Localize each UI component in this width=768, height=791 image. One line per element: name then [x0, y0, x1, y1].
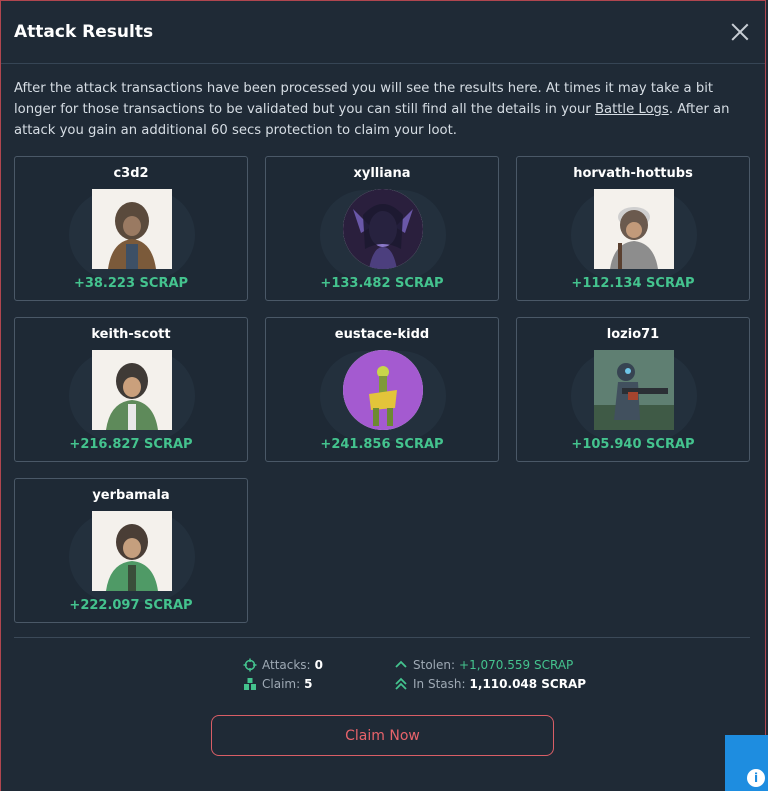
- player-avatar: [594, 189, 674, 269]
- scrap-gain: +216.827 SCRAP: [69, 437, 193, 452]
- result-card: horvath-hottubs +112.134 SCRAP: [516, 156, 750, 301]
- player-name: keith-scott: [91, 327, 171, 342]
- claim-stat: Claim: 5: [243, 674, 323, 693]
- modal-title: Attack Results: [14, 22, 154, 42]
- player-avatar: [343, 189, 423, 269]
- help-button[interactable]: i: [725, 735, 768, 791]
- scrap-gain: +241.856 SCRAP: [320, 437, 444, 452]
- info-icon: i: [747, 769, 765, 787]
- player-avatar: [92, 350, 172, 430]
- claim-value: 5: [304, 676, 313, 691]
- player-avatar: [92, 189, 172, 269]
- stash-stat: In Stash: 1,110.048 SCRAP: [394, 674, 586, 693]
- stash-value: 1,110.048 SCRAP: [469, 676, 587, 691]
- stack-icon: [244, 677, 256, 690]
- player-name: xylliana: [353, 166, 411, 181]
- attacks-stat: Attacks: 0: [243, 655, 323, 674]
- player-avatar: [343, 350, 423, 430]
- chevron-up-icon: [395, 660, 407, 668]
- stolen-value: +1,070.559 SCRAP: [459, 657, 574, 672]
- divider: [14, 637, 750, 638]
- result-card: keith-scott +216.827 SCRAP: [14, 317, 248, 462]
- player-avatar: [594, 350, 674, 430]
- crosshair-icon: [243, 658, 257, 671]
- result-card: yerbamala +222.097 SCRAP: [14, 478, 248, 623]
- claim-label: Claim:: [262, 676, 301, 691]
- player-name: horvath-hottubs: [573, 166, 693, 181]
- attacks-label: Attacks:: [262, 657, 311, 672]
- scrap-gain: +105.940 SCRAP: [571, 437, 695, 452]
- double-chevron-up-icon: [395, 677, 407, 690]
- result-card: lozio71 +105.940 SCRAP: [516, 317, 750, 462]
- attack-results-modal: Attack Results After the attack transact…: [0, 0, 766, 791]
- modal-header: Attack Results: [1, 1, 765, 64]
- result-card: eustace-kidd +241.856 SCRAP: [265, 317, 499, 462]
- player-name: eustace-kidd: [334, 327, 430, 342]
- stats-right: Stolen: +1,070.559 SCRAP In Stash: 1,110…: [394, 655, 586, 693]
- player-name: lozio71: [606, 327, 660, 342]
- close-icon[interactable]: [731, 23, 749, 41]
- battle-logs-link[interactable]: Battle Logs: [595, 102, 669, 117]
- claim-now-button[interactable]: Claim Now: [211, 715, 554, 756]
- modal-description: After the attack transactions have been …: [14, 78, 752, 141]
- stolen-label: Stolen:: [413, 657, 456, 672]
- result-card: c3d2 +38.223 SCRAP: [14, 156, 248, 301]
- stats-left: Attacks: 0 Claim: 5: [243, 655, 323, 693]
- player-avatar: [92, 511, 172, 591]
- scrap-gain: +38.223 SCRAP: [73, 276, 189, 291]
- scrap-gain: +222.097 SCRAP: [69, 598, 193, 613]
- attacks-value: 0: [314, 657, 323, 672]
- result-card: xylliana +133.482 SCRAP: [265, 156, 499, 301]
- scrap-gain: +112.134 SCRAP: [571, 276, 695, 291]
- stash-label: In Stash:: [413, 676, 466, 691]
- stolen-stat: Stolen: +1,070.559 SCRAP: [394, 655, 586, 674]
- player-name: yerbamala: [92, 488, 170, 503]
- scrap-gain: +133.482 SCRAP: [320, 276, 444, 291]
- player-name: c3d2: [113, 166, 149, 181]
